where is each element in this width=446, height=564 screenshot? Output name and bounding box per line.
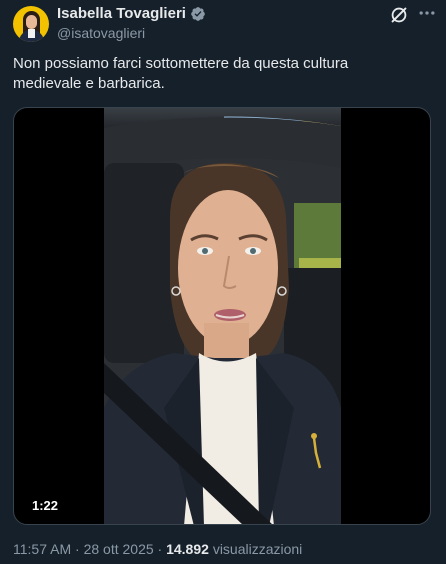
- meta-separator: ·: [75, 541, 80, 557]
- tweet-date[interactable]: 28 ott 2025: [84, 541, 154, 557]
- avatar[interactable]: [13, 6, 49, 42]
- author-handle[interactable]: @isatovaglieri: [57, 25, 145, 41]
- avatar-face: [26, 15, 37, 29]
- views-label: visualizzazioni: [212, 541, 303, 557]
- grok-icon[interactable]: [388, 4, 410, 26]
- more-icon[interactable]: [415, 3, 439, 25]
- more-dots-icon: [419, 11, 435, 15]
- tweet-meta: 11:57 AM · 28 ott 2025 · 14.892 visualiz…: [13, 541, 302, 557]
- author-name[interactable]: Isabella Tovaglieri: [57, 5, 186, 22]
- meta-separator-2: ·: [157, 541, 163, 557]
- video-player[interactable]: 1:22: [13, 107, 431, 525]
- views-count: 14.892: [166, 541, 209, 557]
- tweet-text: Non possiamo farci sottomettere da quest…: [13, 55, 349, 92]
- video-frame: [104, 108, 341, 524]
- tweet-time[interactable]: 11:57 AM: [13, 541, 71, 557]
- verified-badge-icon: [191, 6, 205, 21]
- video-duration: 1:22: [26, 496, 65, 515]
- video-thumbnail: [104, 108, 341, 524]
- author-row: Isabella Tovaglieri: [57, 5, 206, 22]
- avatar-shirt: [28, 29, 35, 38]
